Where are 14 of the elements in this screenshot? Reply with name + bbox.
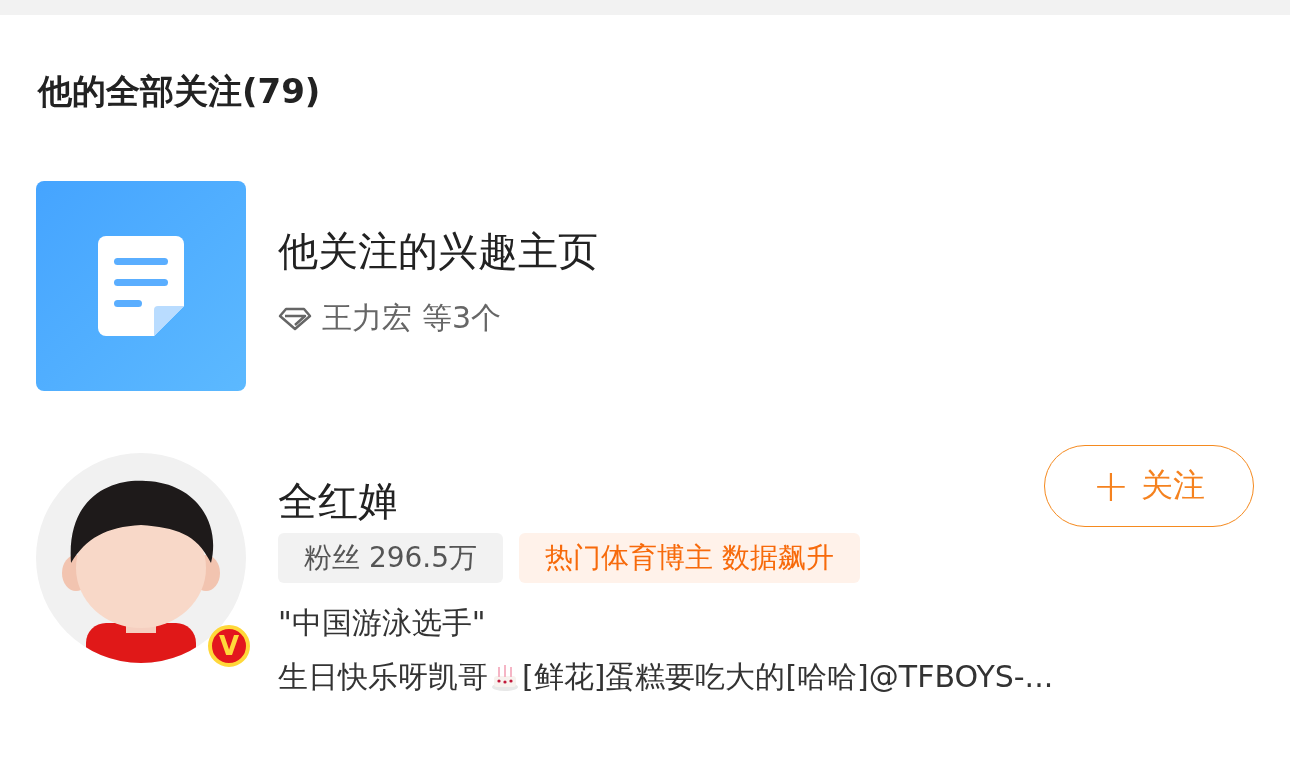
verified-badge: V: [208, 625, 250, 667]
interest-count: 等3个: [422, 299, 502, 337]
hot-tag: 热门体育博主 数据飙升: [519, 533, 860, 583]
interest-names: 王力宏: [322, 299, 412, 337]
user-name[interactable]: 全红婵: [278, 476, 398, 526]
interest-title[interactable]: 他关注的兴趣主页: [278, 226, 1290, 276]
post-text: 生日快乐呀凯哥: [278, 658, 488, 696]
post-text: [鲜花]蛋糕要吃大的[哈哈]@TFBOYS-...: [522, 658, 1054, 696]
document-tile-icon: [36, 181, 246, 391]
section-title: 他的全部关注(79): [36, 70, 322, 111]
diamond-icon: [278, 306, 312, 331]
fans-count-tag: 粉丝 296.5万: [278, 533, 504, 583]
cake-icon: [490, 662, 520, 692]
user-bio: "中国游泳选手": [278, 604, 487, 642]
